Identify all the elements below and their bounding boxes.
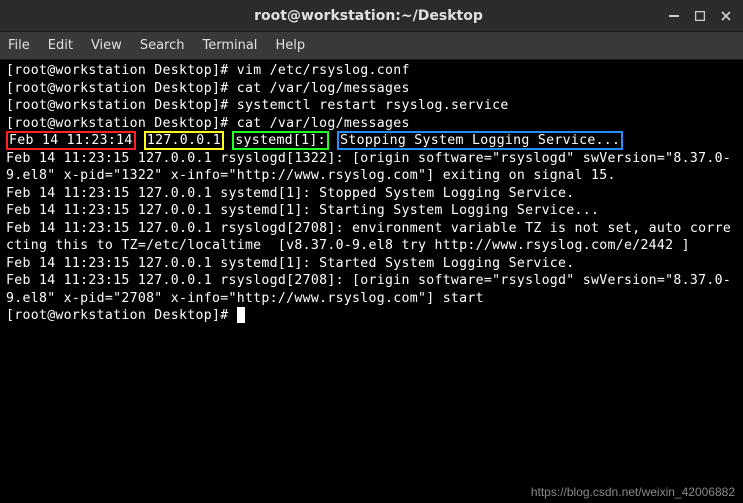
log-line: Feb 14 11:23:15 127.0.0.1 systemd[1]: St…	[6, 256, 575, 271]
highlight-process: systemd[1]:	[232, 131, 329, 150]
window-title: root@workstation:~/Desktop	[70, 8, 667, 24]
prompt: [root@workstation Desktop]#	[6, 63, 237, 78]
highlight-message: Stopping System Logging Service...	[337, 131, 623, 150]
minimize-button[interactable]	[667, 9, 681, 23]
window-titlebar: root@workstation:~/Desktop	[0, 0, 743, 32]
menu-help[interactable]: Help	[275, 38, 305, 53]
prompt: [root@workstation Desktop]#	[6, 81, 237, 96]
terminal-area[interactable]: [root@workstation Desktop]# vim /etc/rsy…	[0, 60, 743, 503]
menu-view[interactable]: View	[91, 38, 122, 53]
prompt: [root@workstation Desktop]#	[6, 98, 237, 113]
menu-terminal[interactable]: Terminal	[202, 38, 257, 53]
log-line: Feb 14 11:23:15 127.0.0.1 rsyslogd[2708]…	[6, 273, 731, 306]
menu-search[interactable]: Search	[140, 38, 185, 53]
menu-file[interactable]: File	[8, 38, 30, 53]
command-text: cat /var/log/messages	[237, 116, 410, 131]
highlight-timestamp: Feb 14 11:23:14	[6, 131, 136, 150]
log-line: Feb 14 11:23:15 127.0.0.1 systemd[1]: St…	[6, 203, 599, 218]
command-text: cat /var/log/messages	[237, 81, 410, 96]
log-line: Feb 14 11:23:15 127.0.0.1 rsyslogd[1322]…	[6, 151, 731, 184]
menubar: File Edit View Search Terminal Help	[0, 32, 743, 60]
prompt: [root@workstation Desktop]#	[6, 308, 237, 323]
maximize-button[interactable]	[693, 9, 707, 23]
menu-edit[interactable]: Edit	[48, 38, 73, 53]
watermark: https://blog.csdn.net/weixin_42006882	[531, 485, 735, 499]
log-line: Feb 14 11:23:15 127.0.0.1 systemd[1]: St…	[6, 186, 575, 201]
command-text: systemctl restart rsyslog.service	[237, 98, 509, 113]
log-line: Feb 14 11:23:15 127.0.0.1 rsyslogd[2708]…	[6, 221, 731, 254]
prompt: [root@workstation Desktop]#	[6, 116, 237, 131]
highlight-host: 127.0.0.1	[144, 131, 224, 150]
cursor	[237, 307, 245, 323]
command-text: vim /etc/rsyslog.conf	[237, 63, 410, 78]
window-controls	[667, 9, 733, 23]
close-button[interactable]	[719, 9, 733, 23]
